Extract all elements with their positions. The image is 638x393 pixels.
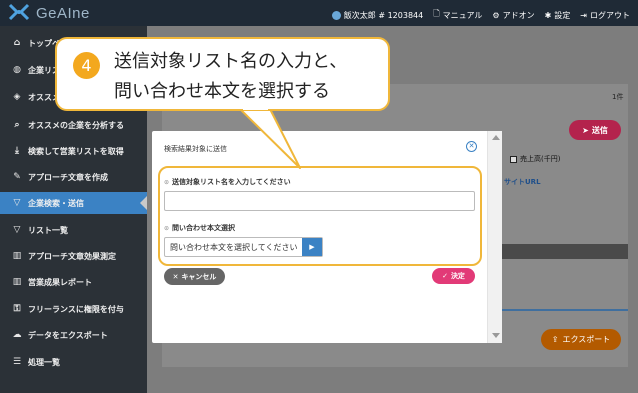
search-icon: ⌕ [14,120,20,130]
cancel-label: キャンセル [181,272,217,281]
sidebar-item-freelance[interactable]: ⚿ フリーランスに権限を付与 [0,298,147,320]
key-icon: ⚿ [13,304,21,314]
sales-label: 売上高(千円) [520,155,561,163]
callout-box: 4 送信対象リスト名の入力と、 問い合わせ本文を選択する [55,37,390,111]
logo-icon [8,3,30,21]
list-name-label: ⊙ 送信対象リスト名を入力してください [164,177,291,187]
body-select-value: 問い合わせ本文を選択してください [170,242,298,252]
callout-line-1: 送信対象リスト名の入力と、 [114,51,348,72]
logout-link[interactable]: ⇥ ログアウト [580,10,630,21]
table-header-band [500,244,628,259]
body-select-label: ⊙ 問い合わせ本文選択 [164,223,235,233]
list-name-label-text: 送信対象リスト名を入力してください [172,178,291,186]
bar-chart-icon: ▥ [12,277,22,287]
sidebar-item-label: フリーランスに権限を付与 [28,304,124,314]
sidebar-item-label: オススメの企業を分析する [28,120,124,130]
confirm-label: 決定 [450,272,465,280]
export-icon: ⇪ [551,335,559,344]
logout-label: ログアウト [590,10,630,20]
addon-link[interactable]: ⚙ アドオン [492,10,534,21]
download-icon: ⤓ [15,146,19,156]
divider [500,309,628,311]
settings-link[interactable]: ✱ 設定 [545,10,571,21]
cloud-icon: ☁ [12,330,22,340]
document-icon: 🗋 [433,9,440,18]
cancel-button[interactable]: ✕ キャンセル [164,268,225,285]
sidebar-item-list-index[interactable]: ▽ リスト一覧 [0,219,147,241]
logout-icon: ⇥ [580,10,587,20]
logo-text: GeAIne [36,4,90,22]
filter-icon: ▽ [13,225,21,235]
sidebar-item-approach[interactable]: ✎ アプローチ文章を作成 [0,166,147,188]
sidebar-item-label: アプローチ文章効果測定 [28,251,116,261]
step-badge: 4 [73,52,100,79]
sidebar-item-analyze[interactable]: ⌕ オススメの企業を分析する [0,114,147,136]
user-name: 飯次太郎 # 1203844 [343,10,424,20]
modal-title: 検索結果対象に送信 [164,145,227,153]
sidebar-item-effect[interactable]: ▥ アプローチ文章効果測定 [0,245,147,267]
bar-chart-icon: ▥ [12,251,22,261]
sales-checkbox[interactable]: 売上高(千円) [510,154,560,164]
sidebar-item-label: リスト一覧 [28,225,68,235]
confirm-button[interactable]: ✓ 決定 [432,268,475,284]
bullet-icon: ⊙ [164,178,170,186]
sidebar-item-label: データをエクスポート [28,330,108,340]
callout-line-2: 問い合わせ本文を選択する [114,81,330,102]
list-icon: ☰ [12,357,22,367]
send-button[interactable]: ➤ 送信 [569,120,621,140]
sidebar-item-label: 営業成果レポート [28,277,92,287]
export-label: エクスポート [562,335,611,344]
scroll-up-icon[interactable] [492,135,500,140]
sidebar-item-label: 処理一覧 [28,357,60,367]
export-button[interactable]: ⇪ エクスポート [541,329,621,350]
user-icon [331,10,341,20]
checkbox-icon [510,155,517,163]
layers-icon: ◈ [13,92,21,102]
sidebar-item-label: アプローチ文章を作成 [28,172,108,182]
home-icon: ⌂ [13,38,21,48]
sidebar-item-get-list[interactable]: ⤓ 検索して営業リストを取得 [0,140,147,162]
body-select-label-text: 問い合わせ本文選択 [172,224,236,232]
manual-link[interactable]: 🗋 マニュアル [433,8,482,22]
gear-icon: ⚙ [492,10,500,20]
scroll-down-icon[interactable] [492,333,500,338]
result-count: 1件 [612,93,624,101]
paper-plane-icon: ➤ [582,125,589,135]
close-icon[interactable]: ✕ [466,141,477,152]
sidebar-item-export[interactable]: ☁ データをエクスポート [0,324,147,346]
manual-label: マニュアル [442,10,483,20]
list-name-input[interactable] [164,191,475,211]
sidebar-item-report[interactable]: ▥ 営業成果レポート [0,271,147,293]
check-icon: ✓ [442,272,448,280]
close-icon: ✕ [172,272,179,281]
user-menu[interactable]: 飯次太郎 # 1203844 [331,10,424,21]
sidebar-item-label: 企業検索・送信 [28,198,84,208]
addon-label: アドオン [502,10,535,20]
send-label: 送信 [591,125,608,135]
site-url-header: サイトURL [504,178,541,186]
settings-label: 設定 [554,10,571,20]
pencil-icon: ✎ [13,172,21,182]
bullet-icon: ⊙ [164,224,170,232]
globe-icon: ◍ [13,65,21,75]
active-indicator [140,196,147,210]
body-select[interactable]: 問い合わせ本文を選択してください ▶ [164,237,323,257]
sidebar-item-process[interactable]: ☰ 処理一覧 [0,351,147,373]
sidebar-item-label: 検索して営業リストを取得 [28,146,124,156]
sidebar-item-search-send[interactable]: ▽ 企業検索・送信 [0,192,147,214]
filter-icon: ▽ [13,198,21,208]
app-logo[interactable]: GeAIne [8,3,90,23]
settings-icon: ✱ [544,10,552,20]
chevron-right-icon[interactable]: ▶ [302,238,322,256]
modal-scrollbar[interactable] [487,131,502,343]
top-bar: GeAIne 飯次太郎 # 1203844 🗋 マニュアル ⚙ アドオン ✱ 設… [0,0,638,26]
